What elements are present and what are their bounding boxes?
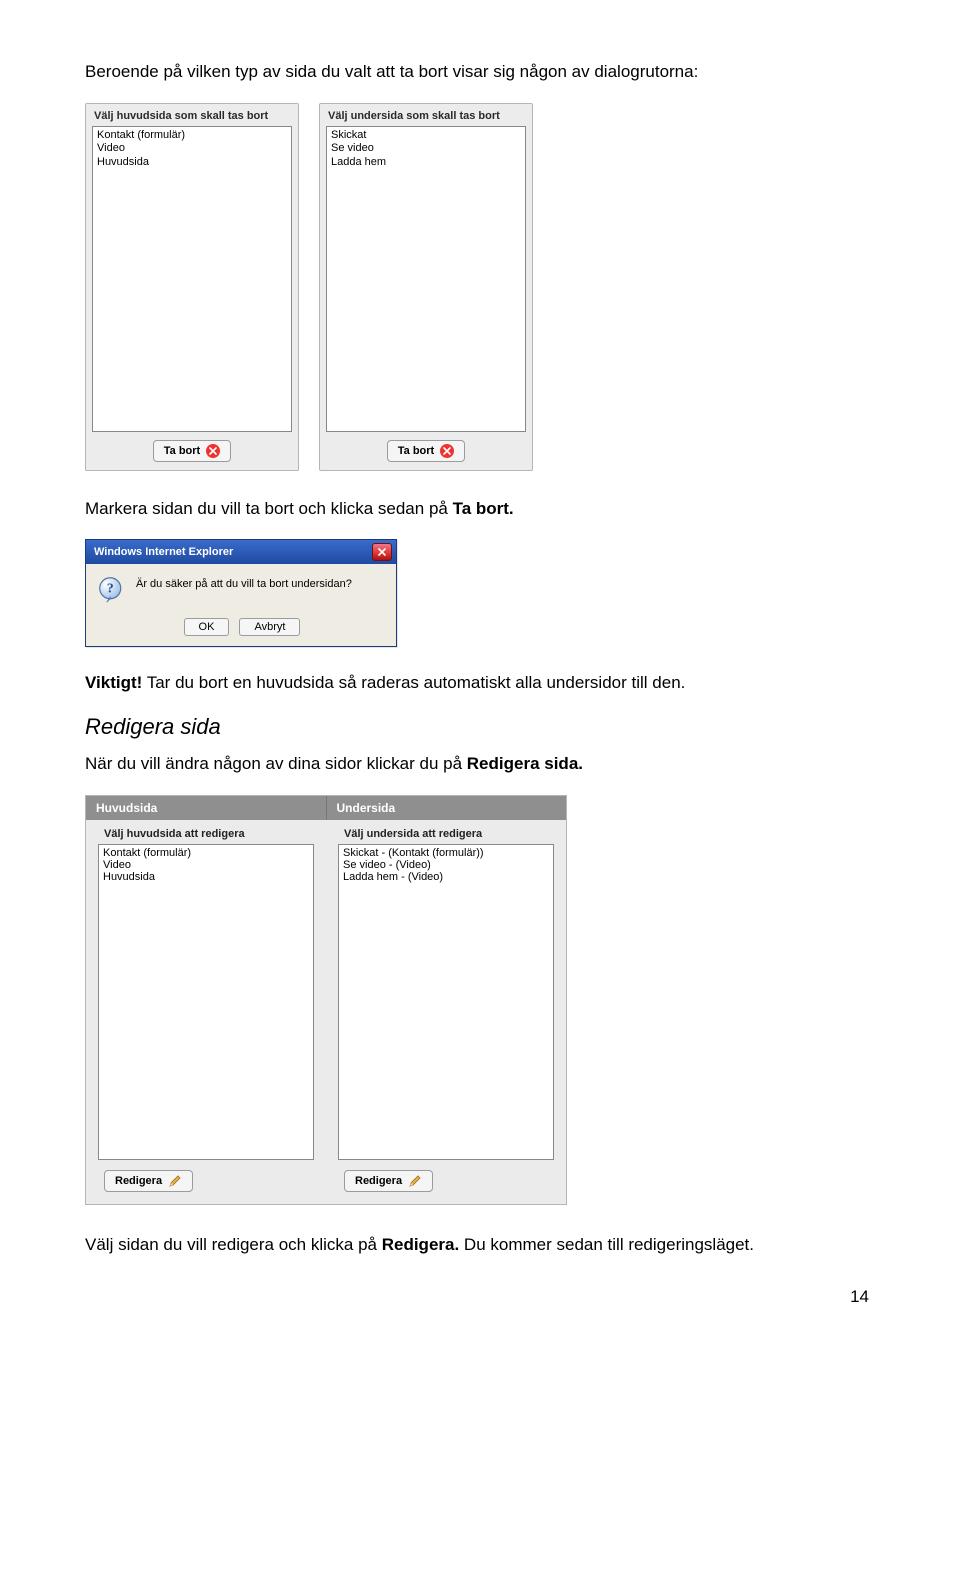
edit-panel: Huvudsida Undersida Välj huvudsida att r… <box>85 795 567 1205</box>
edit-sub-header: Undersida <box>326 796 567 820</box>
edit-button[interactable]: Redigera <box>104 1170 193 1192</box>
window-close-button[interactable] <box>372 543 392 561</box>
edit-main-list[interactable]: Kontakt (formulär) Video Huvudsida <box>98 844 314 1160</box>
list-item[interactable]: Ladda hem <box>331 156 521 170</box>
delete-button-label: Ta bort <box>164 445 200 457</box>
list-item[interactable]: Video <box>103 859 309 871</box>
list-item[interactable]: Ladda hem - (Video) <box>343 871 549 883</box>
section-heading: Redigera sida <box>85 714 875 740</box>
list-item[interactable]: Huvudsida <box>103 871 309 883</box>
list-item[interactable]: Skickat <box>331 129 521 143</box>
mark-text-bold: Ta bort. <box>453 499 514 518</box>
delete-main-list[interactable]: Kontakt (formulär) Video Huvudsida <box>92 126 292 432</box>
list-item[interactable]: Video <box>97 142 287 156</box>
delete-sub-page-dialog: Välj undersida som skall tas bort Skicka… <box>319 103 533 471</box>
list-item[interactable]: Se video <box>331 142 521 156</box>
delete-sub-list[interactable]: Skickat Se video Ladda hem <box>326 126 526 432</box>
ie-titlebar: Windows Internet Explorer <box>86 540 396 564</box>
important-rest: Tar du bort en huvudsida så raderas auto… <box>142 673 685 692</box>
list-item[interactable]: Kontakt (formulär) <box>97 129 287 143</box>
edit-intro-pre: När du vill ändra någon av dina sidor kl… <box>85 754 467 773</box>
delete-button-label: Ta bort <box>398 445 434 457</box>
edit-sub-list[interactable]: Skickat - (Kontakt (formulär)) Se video … <box>338 844 554 1160</box>
cancel-button[interactable]: Avbryt <box>239 618 300 636</box>
delete-button[interactable]: Ta bort <box>387 440 465 462</box>
svg-text:?: ? <box>107 582 114 597</box>
delete-main-title: Välj huvudsida som skall tas bort <box>86 104 298 126</box>
page-number: 14 <box>85 1287 875 1307</box>
list-item[interactable]: Se video - (Video) <box>343 859 549 871</box>
ok-button[interactable]: OK <box>184 618 230 636</box>
edit-main-header: Huvudsida <box>86 796 326 820</box>
list-item[interactable]: Huvudsida <box>97 156 287 170</box>
outro-post: Du kommer sedan till redigeringsläget. <box>459 1235 754 1254</box>
list-item[interactable]: Kontakt (formulär) <box>103 847 309 859</box>
mark-text-pre: Markera sidan du vill ta bort och klicka… <box>85 499 453 518</box>
edit-button-label: Redigera <box>355 1175 402 1187</box>
edit-sub-subtitle: Välj undersida att redigera <box>326 820 566 844</box>
ie-message: Är du säker på att du vill ta bort under… <box>136 576 352 590</box>
ie-title: Windows Internet Explorer <box>94 546 233 558</box>
close-icon <box>206 444 220 458</box>
edit-main-subtitle: Välj huvudsida att redigera <box>86 820 326 844</box>
outro-bold: Redigera. <box>382 1235 459 1254</box>
close-icon <box>440 444 454 458</box>
outro-text: Välj sidan du vill redigera och klicka p… <box>85 1233 875 1258</box>
intro-text: Beroende på vilken typ av sida du valt a… <box>85 60 875 85</box>
outro-pre: Välj sidan du vill redigera och klicka p… <box>85 1235 382 1254</box>
pencil-icon <box>408 1174 422 1188</box>
edit-button-label: Redigera <box>115 1175 162 1187</box>
pencil-icon <box>168 1174 182 1188</box>
delete-main-page-dialog: Välj huvudsida som skall tas bort Kontak… <box>85 103 299 471</box>
edit-intro: När du vill ändra någon av dina sidor kl… <box>85 752 875 777</box>
question-icon: ? <box>98 576 126 604</box>
list-item[interactable]: Skickat - (Kontakt (formulär)) <box>343 847 549 859</box>
delete-sub-title: Välj undersida som skall tas bort <box>320 104 532 126</box>
important-text: Viktigt! Tar du bort en huvudsida så rad… <box>85 671 875 696</box>
edit-intro-bold: Redigera sida. <box>467 754 583 773</box>
delete-dialogs-row: Välj huvudsida som skall tas bort Kontak… <box>85 103 875 471</box>
important-label: Viktigt! <box>85 673 142 692</box>
edit-button[interactable]: Redigera <box>344 1170 433 1192</box>
ie-confirm-dialog: Windows Internet Explorer <box>85 539 397 647</box>
delete-button[interactable]: Ta bort <box>153 440 231 462</box>
mark-text: Markera sidan du vill ta bort och klicka… <box>85 497 875 522</box>
